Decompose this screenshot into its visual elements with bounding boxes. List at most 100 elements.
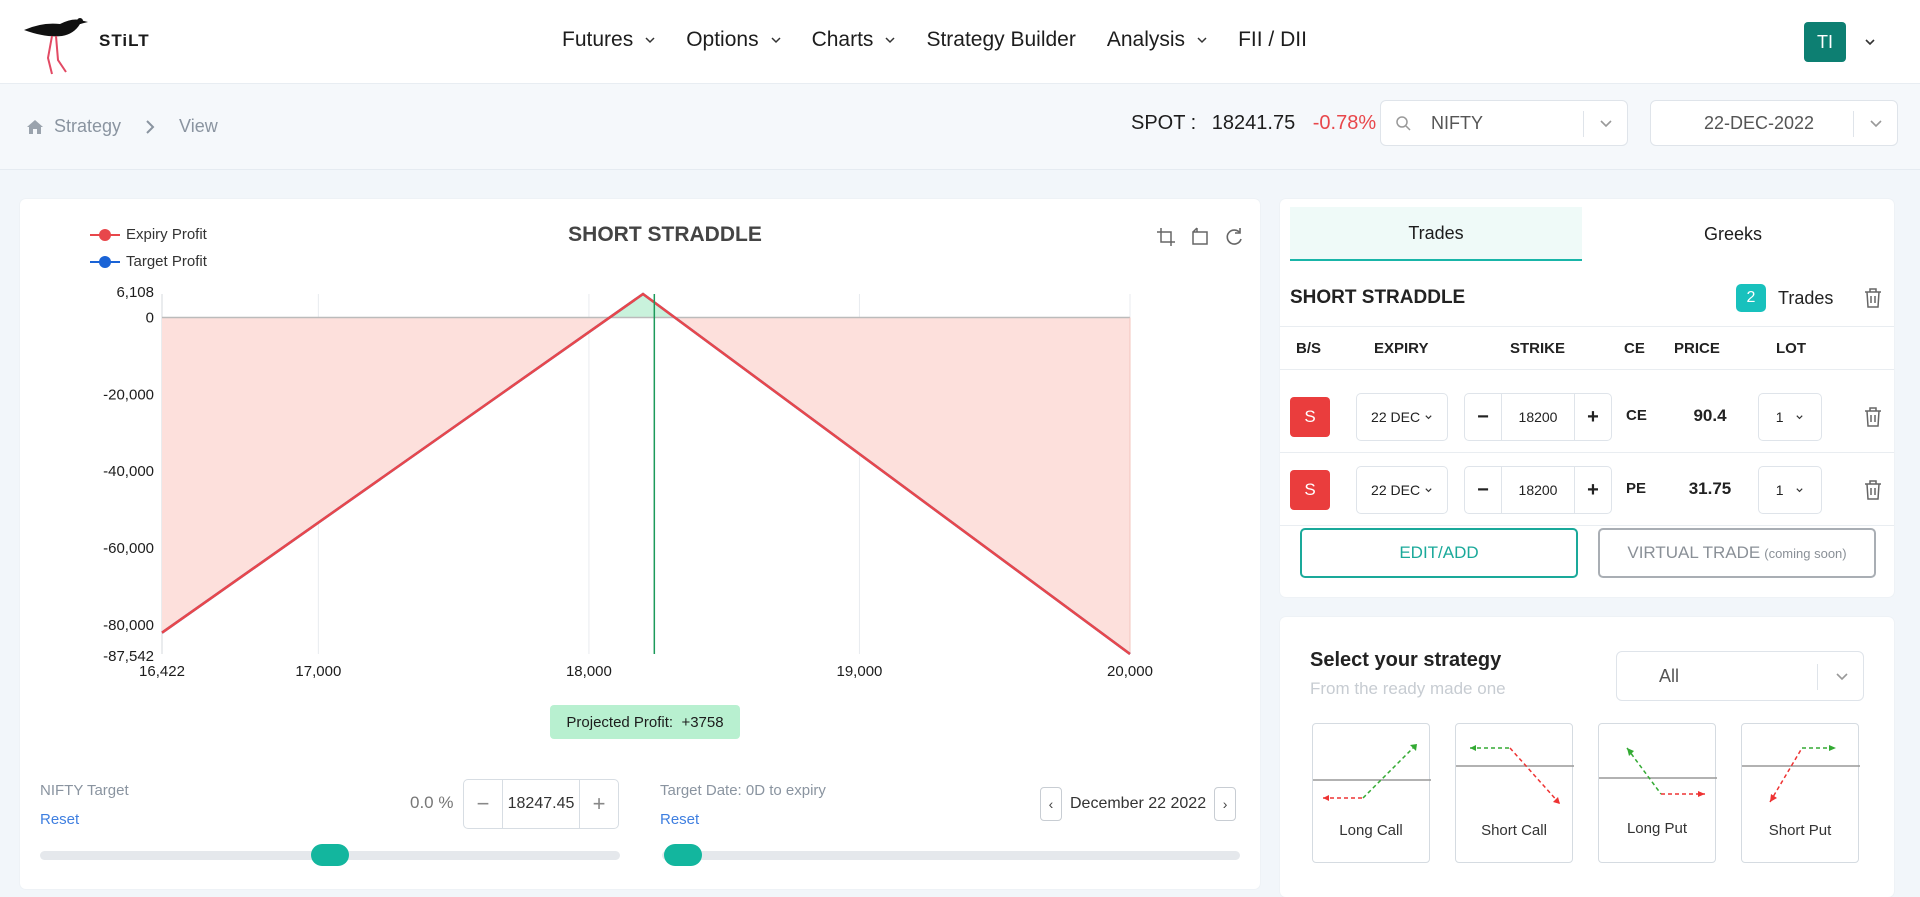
tab-trades[interactable]: Trades xyxy=(1290,207,1582,261)
y-tick-label: -80,000 xyxy=(103,617,154,634)
strategy-card-long-call[interactable]: Long Call xyxy=(1312,723,1431,863)
chevron-down-icon xyxy=(1425,487,1432,492)
nav-charts[interactable]: Charts xyxy=(812,28,896,52)
strategy-select-subtitle: From the ready made one xyxy=(1310,679,1506,698)
reset-zoom-icon[interactable] xyxy=(1190,227,1210,247)
chart-legend: Expiry Profit Target Profit xyxy=(90,221,207,275)
breadcrumb: Strategy View xyxy=(26,116,218,137)
delete-row-icon[interactable] xyxy=(1864,407,1882,427)
strategy-card-label: Long Put xyxy=(1626,820,1688,837)
chevron-down-icon[interactable] xyxy=(1864,36,1876,48)
target-percent: 0.0 % xyxy=(410,793,454,812)
home-icon[interactable] xyxy=(26,118,44,136)
strike-increment-button[interactable]: + xyxy=(1575,479,1611,502)
search-icon xyxy=(1396,116,1411,131)
expiry-value: 22 DEC xyxy=(1371,482,1421,498)
projected-profit-value: +3758 xyxy=(681,713,724,731)
target-slider-thumb[interactable] xyxy=(311,844,349,866)
expiry-date-select[interactable]: 22-DEC-2022 xyxy=(1650,100,1898,146)
nifty-target-value[interactable]: 18247.45 xyxy=(502,780,580,828)
strategy-card-short-put[interactable]: Short Put xyxy=(1741,723,1860,863)
chevron-down-icon xyxy=(1796,487,1803,492)
col-bs: B/S xyxy=(1296,340,1322,357)
lot-dropdown[interactable]: 1 xyxy=(1758,393,1822,441)
crop-icon[interactable] xyxy=(1156,227,1176,247)
legend-expiry-profit[interactable]: Expiry Profit xyxy=(90,221,207,248)
expiry-dropdown[interactable]: 22 DEC xyxy=(1356,466,1448,514)
strategy-filter-select[interactable]: All xyxy=(1616,651,1864,701)
delete-row-icon[interactable] xyxy=(1864,480,1882,500)
user-avatar[interactable]: TI xyxy=(1804,22,1846,62)
refresh-icon[interactable] xyxy=(1224,227,1244,247)
chevron-down-icon[interactable] xyxy=(1835,669,1849,683)
expiry-value: 22 DEC xyxy=(1371,409,1421,425)
expiry-date-value: 22-DEC-2022 xyxy=(1703,112,1815,133)
x-tick-label: 17,000 xyxy=(295,663,341,679)
strike-decrement-button[interactable]: − xyxy=(1465,406,1501,429)
trade-count: 2 Trades xyxy=(1736,284,1833,312)
lot-value: 1 xyxy=(1775,482,1784,498)
chevron-down-icon[interactable] xyxy=(1599,116,1613,130)
nav-analysis[interactable]: Analysis xyxy=(1107,28,1207,52)
sell-badge[interactable]: S xyxy=(1290,397,1330,437)
decrement-button[interactable]: − xyxy=(464,780,502,828)
tab-greeks[interactable]: Greeks xyxy=(1582,207,1884,261)
nav-futures[interactable]: Futures xyxy=(562,28,655,52)
nav-label: Strategy Builder xyxy=(926,28,1076,51)
target-reset-link[interactable]: Reset xyxy=(40,811,79,828)
edit-add-button[interactable]: EDIT/ADD xyxy=(1300,528,1578,578)
strike-decrement-button[interactable]: − xyxy=(1465,479,1501,502)
nav-strategy-builder[interactable]: Strategy Builder xyxy=(926,28,1075,52)
nav-label: Options xyxy=(686,28,759,51)
date-slider-thumb[interactable] xyxy=(664,844,702,866)
x-tick-label: 19,000 xyxy=(837,663,883,679)
trades-panel: Trades Greeks SHORT STRADDLE 2 Trades B/… xyxy=(1280,199,1894,597)
symbol-select[interactable]: NIFTY xyxy=(1380,100,1628,146)
select-divider xyxy=(1583,111,1584,137)
brand-name[interactable]: STiLT xyxy=(99,31,150,51)
nav-options[interactable]: Options xyxy=(686,28,781,52)
chevron-down-icon[interactable] xyxy=(1869,116,1883,130)
legend-marker-red xyxy=(90,228,120,241)
next-date-button[interactable]: › xyxy=(1214,787,1237,821)
stilt-bird-logo[interactable] xyxy=(22,8,92,76)
virtual-trade-button[interactable]: VIRTUAL TRADE (coming soon) xyxy=(1598,528,1876,578)
sell-badge[interactable]: S xyxy=(1290,470,1330,510)
option-type: PE xyxy=(1626,480,1647,497)
strategy-card-short-call[interactable]: Short Call xyxy=(1455,723,1574,863)
virtual-trade-note: (coming soon) xyxy=(1764,545,1847,561)
target-date-reset-link[interactable]: Reset xyxy=(660,811,699,828)
increment-button[interactable]: + xyxy=(580,780,618,828)
strike-value[interactable]: 18200 xyxy=(1501,394,1575,440)
y-tick-label: 6,108 xyxy=(116,284,154,301)
nav-fii-dii[interactable]: FII / DII xyxy=(1238,28,1307,52)
strategy-card-long-put[interactable]: Long Put xyxy=(1598,723,1717,863)
date-slider-track[interactable] xyxy=(662,851,1240,860)
expiry-dropdown[interactable]: 22 DEC xyxy=(1356,393,1448,441)
payoff-chart-panel: 6,108 0 -20,000 -40,000 -60,000 -80,000 -87,54… xyxy=(20,199,1260,889)
strike-stepper[interactable]: −18200 + xyxy=(1464,466,1612,514)
target-date-value: December 22 2022 xyxy=(1070,795,1207,812)
chevron-down-icon xyxy=(645,37,655,44)
spot-change: -0.78% xyxy=(1312,112,1377,134)
projected-profit-badge: Projected Profit: +3758 xyxy=(550,705,740,739)
prev-date-button[interactable]: ‹ xyxy=(1040,787,1062,821)
trade-count-badge: 2 xyxy=(1736,284,1766,312)
breadcrumb-strategy[interactable]: Strategy xyxy=(54,116,121,137)
table-row: S 22 DEC −18200 + PE 31.75 1 xyxy=(1280,454,1894,526)
breadcrumb-view: View xyxy=(179,116,218,136)
lot-dropdown[interactable]: 1 xyxy=(1758,466,1822,514)
y-tick-label: -60,000 xyxy=(103,540,154,557)
select-divider xyxy=(1853,111,1854,137)
chevron-down-icon xyxy=(1425,414,1432,419)
strike-value[interactable]: 18200 xyxy=(1501,467,1575,513)
nifty-target-stepper[interactable]: − 18247.45 + xyxy=(463,779,619,829)
nifty-target-label: NIFTY Target xyxy=(40,782,129,799)
strike-increment-button[interactable]: + xyxy=(1575,406,1611,429)
virtual-trade-label: VIRTUAL TRADE xyxy=(1627,543,1761,562)
x-tick-label: 20,000 xyxy=(1107,663,1153,679)
strategy-name: SHORT STRADDLE xyxy=(1290,287,1466,308)
legend-target-profit[interactable]: Target Profit xyxy=(90,248,207,275)
strike-stepper[interactable]: −18200 + xyxy=(1464,393,1612,441)
delete-all-icon[interactable] xyxy=(1864,288,1882,308)
